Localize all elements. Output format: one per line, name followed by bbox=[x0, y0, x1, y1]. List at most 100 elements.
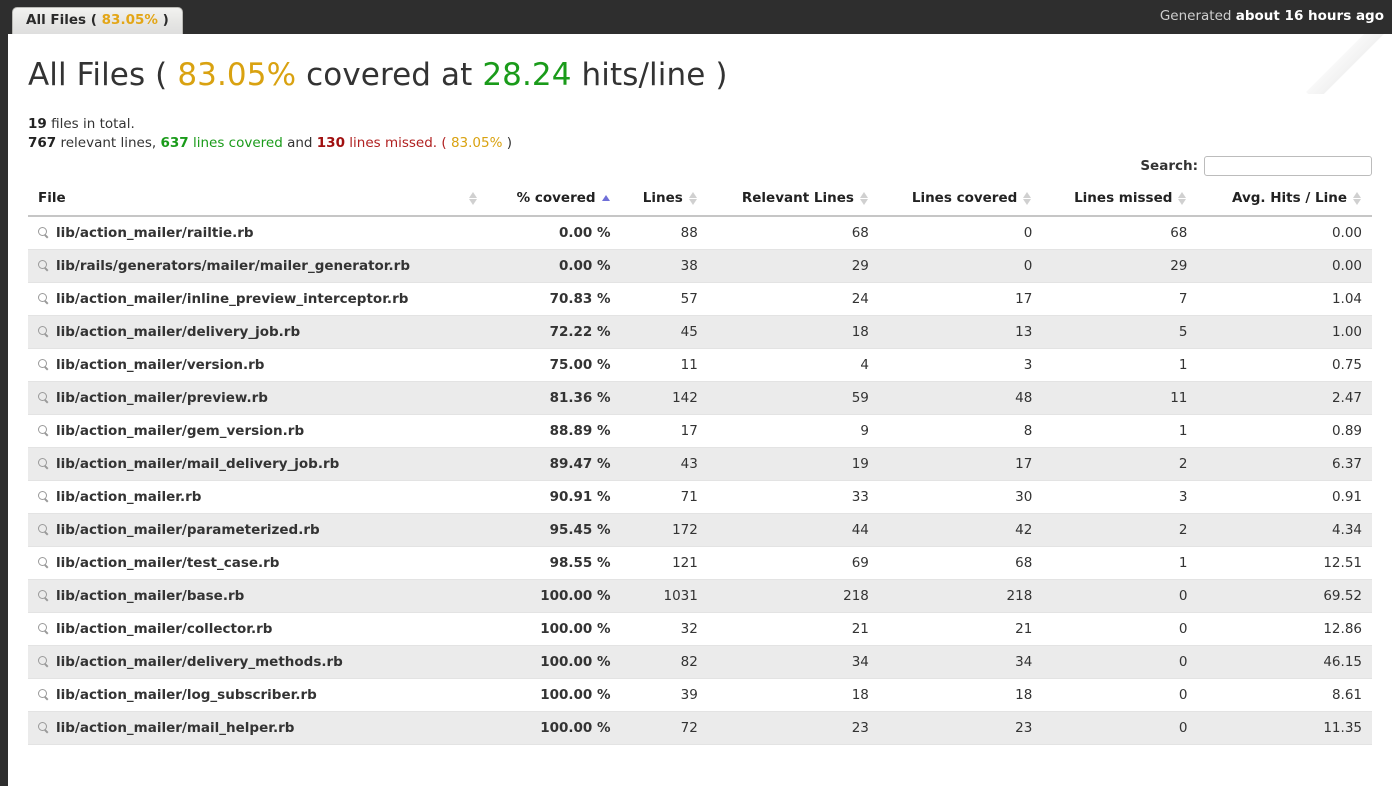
report-page: All Files ( 83.05% covered at 28.24 hits… bbox=[8, 34, 1392, 786]
cell-file[interactable]: lib/action_mailer/log_subscriber.rb bbox=[28, 678, 488, 712]
magnifier-icon[interactable] bbox=[38, 227, 49, 238]
cell-percent-covered: 100.00 % bbox=[488, 678, 621, 712]
cell-file[interactable]: lib/action_mailer/preview.rb bbox=[28, 381, 488, 415]
sort-none-icon[interactable] bbox=[469, 192, 478, 205]
table-row[interactable]: lib/action_mailer/delivery_job.rb 72.22 %… bbox=[28, 315, 1372, 349]
sort-none-icon[interactable] bbox=[1023, 191, 1032, 205]
magnifier-icon[interactable] bbox=[38, 689, 49, 700]
column-header-lines-missed[interactable]: Lines missed bbox=[1042, 184, 1198, 217]
coverage-table: File % covered Lines Relevant Lines Line… bbox=[28, 184, 1372, 745]
table-row[interactable]: lib/action_mailer/mail_helper.rb 100.00 %… bbox=[28, 711, 1372, 745]
cell-file[interactable]: lib/action_mailer/test_case.rb bbox=[28, 546, 488, 580]
column-header-file[interactable]: File bbox=[28, 184, 488, 217]
magnifier-icon[interactable] bbox=[38, 359, 49, 370]
cell-file[interactable]: lib/action_mailer/version.rb bbox=[28, 348, 488, 382]
table-row[interactable]: lib/action_mailer/collector.rb 100.00 % 32… bbox=[28, 612, 1372, 646]
column-header-relevant-lines[interactable]: Relevant Lines bbox=[707, 184, 879, 217]
cell-avg-hits-line: 2.47 bbox=[1197, 381, 1372, 415]
magnifier-icon[interactable] bbox=[38, 326, 49, 337]
magnifier-icon[interactable] bbox=[38, 524, 49, 535]
cell-avg-hits-line: 4.34 bbox=[1197, 513, 1372, 547]
table-row[interactable]: lib/action_mailer/test_case.rb 98.55 % 121… bbox=[28, 546, 1372, 580]
table-row[interactable]: lib/action_mailer/version.rb 75.00 % 11 4 3 1… bbox=[28, 348, 1372, 382]
cell-avg-hits-line: 1.00 bbox=[1197, 315, 1372, 349]
summary-lines-covered: 637 bbox=[160, 135, 189, 151]
column-header-percent-covered[interactable]: % covered bbox=[488, 184, 621, 217]
cell-relevant-lines: 9 bbox=[707, 414, 879, 448]
cell-percent-covered: 98.55 % bbox=[488, 546, 621, 580]
sort-none-icon[interactable] bbox=[1353, 191, 1362, 205]
cell-lines-covered: 218 bbox=[878, 579, 1043, 613]
cell-lines-covered: 8 bbox=[878, 414, 1043, 448]
magnifier-icon[interactable] bbox=[38, 722, 49, 733]
summary-file-count-text: files in total. bbox=[51, 116, 135, 132]
file-name: lib/action_mailer/mail_helper.rb bbox=[56, 720, 295, 736]
table-row[interactable]: lib/action_mailer/mail_delivery_job.rb 89… bbox=[28, 447, 1372, 481]
table-row[interactable]: lib/action_mailer/preview.rb 81.36 % 142 59… bbox=[28, 381, 1372, 415]
cell-percent-covered: 90.91 % bbox=[488, 480, 621, 514]
table-row[interactable]: lib/action_mailer/delivery_methods.rb 100… bbox=[28, 645, 1372, 679]
sort-none-icon[interactable] bbox=[859, 191, 869, 205]
cell-percent-covered: 0.00 % bbox=[488, 249, 621, 283]
cell-lines-missed: 29 bbox=[1042, 249, 1198, 283]
sort-ascending-icon[interactable] bbox=[601, 194, 611, 202]
magnifier-icon[interactable] bbox=[38, 260, 49, 271]
cell-lines-covered: 48 bbox=[878, 381, 1043, 415]
cell-file[interactable]: lib/action_mailer/delivery_job.rb bbox=[28, 315, 488, 349]
cell-file[interactable]: lib/action_mailer/inline_preview_interce… bbox=[28, 282, 488, 316]
cell-avg-hits-line: 8.61 bbox=[1197, 678, 1372, 712]
magnifier-icon[interactable] bbox=[38, 656, 49, 667]
magnifier-icon[interactable] bbox=[38, 458, 49, 469]
table-row[interactable]: lib/rails/generators/mailer/mailer_gener… bbox=[28, 249, 1372, 283]
column-header-lines-covered[interactable]: Lines covered bbox=[878, 184, 1043, 217]
cell-percent-covered: 0.00 % bbox=[488, 216, 621, 250]
summary-file-count: 19 bbox=[28, 116, 47, 132]
table-row[interactable]: lib/action_mailer/gem_version.rb 88.89 % 1… bbox=[28, 414, 1372, 448]
cell-lines-missed: 0 bbox=[1042, 645, 1198, 679]
cell-file[interactable]: lib/action_mailer/mail_helper.rb bbox=[28, 711, 488, 745]
cell-file[interactable]: lib/action_mailer/collector.rb bbox=[28, 612, 488, 646]
table-row[interactable]: lib/action_mailer/railtie.rb 0.00 % 88 68 0 6… bbox=[28, 216, 1372, 250]
cell-lines: 1031 bbox=[620, 579, 708, 613]
table-row[interactable]: lib/action_mailer.rb 90.91 % 71 33 30 3 0.91 bbox=[28, 480, 1372, 514]
cell-lines-covered: 13 bbox=[878, 315, 1043, 349]
table-row[interactable]: lib/action_mailer/log_subscriber.rb 100.0… bbox=[28, 678, 1372, 712]
cell-file[interactable]: lib/action_mailer/gem_version.rb bbox=[28, 414, 488, 448]
column-header-lines[interactable]: Lines bbox=[620, 184, 708, 217]
cell-relevant-lines: 18 bbox=[707, 678, 879, 712]
column-header-relevant-lines-label: Relevant Lines bbox=[741, 190, 854, 206]
sort-none-icon[interactable] bbox=[1178, 191, 1187, 205]
magnifier-icon[interactable] bbox=[38, 392, 49, 403]
tab-all-files[interactable]: All Files ( 83.05% ) bbox=[12, 7, 183, 34]
cell-file[interactable]: lib/action_mailer/railtie.rb bbox=[28, 216, 488, 250]
cell-lines-missed: 0 bbox=[1042, 678, 1198, 712]
magnifier-icon[interactable] bbox=[38, 590, 49, 601]
cell-file[interactable]: lib/action_mailer.rb bbox=[28, 480, 488, 514]
page-title: All Files ( 83.05% covered at 28.24 hits… bbox=[28, 57, 728, 93]
table-row[interactable]: lib/action_mailer/parameterized.rb 95.45 … bbox=[28, 513, 1372, 547]
cell-file[interactable]: lib/action_mailer/base.rb bbox=[28, 579, 488, 613]
cell-file[interactable]: lib/action_mailer/delivery_methods.rb bbox=[28, 645, 488, 679]
table-row[interactable]: lib/action_mailer/base.rb 100.00 % 1031 218… bbox=[28, 579, 1372, 613]
cell-lines-covered: 0 bbox=[878, 249, 1043, 283]
summary-relevant-lines-text: relevant lines, bbox=[60, 135, 157, 151]
cell-file[interactable]: lib/action_mailer/parameterized.rb bbox=[28, 513, 488, 547]
magnifier-icon[interactable] bbox=[38, 293, 49, 304]
cell-relevant-lines: 218 bbox=[707, 579, 879, 613]
cell-file[interactable]: lib/rails/generators/mailer/mailer_gener… bbox=[28, 249, 488, 283]
column-header-avg-hits-line[interactable]: Avg. Hits / Line bbox=[1197, 184, 1372, 217]
magnifier-icon[interactable] bbox=[38, 425, 49, 436]
cell-relevant-lines: 68 bbox=[707, 216, 879, 250]
cell-file[interactable]: lib/action_mailer/mail_delivery_job.rb bbox=[28, 447, 488, 481]
cell-lines-missed: 2 bbox=[1042, 447, 1198, 481]
magnifier-icon[interactable] bbox=[38, 491, 49, 502]
table-row[interactable]: lib/action_mailer/inline_preview_interce… bbox=[28, 282, 1372, 316]
cell-relevant-lines: 33 bbox=[707, 480, 879, 514]
cell-lines-missed: 0 bbox=[1042, 612, 1198, 646]
cell-relevant-lines: 34 bbox=[707, 645, 879, 679]
search-input[interactable] bbox=[1204, 156, 1372, 176]
magnifier-icon[interactable] bbox=[38, 623, 49, 634]
cell-relevant-lines: 4 bbox=[707, 348, 879, 382]
sort-none-icon[interactable] bbox=[688, 191, 698, 205]
magnifier-icon[interactable] bbox=[38, 557, 49, 568]
